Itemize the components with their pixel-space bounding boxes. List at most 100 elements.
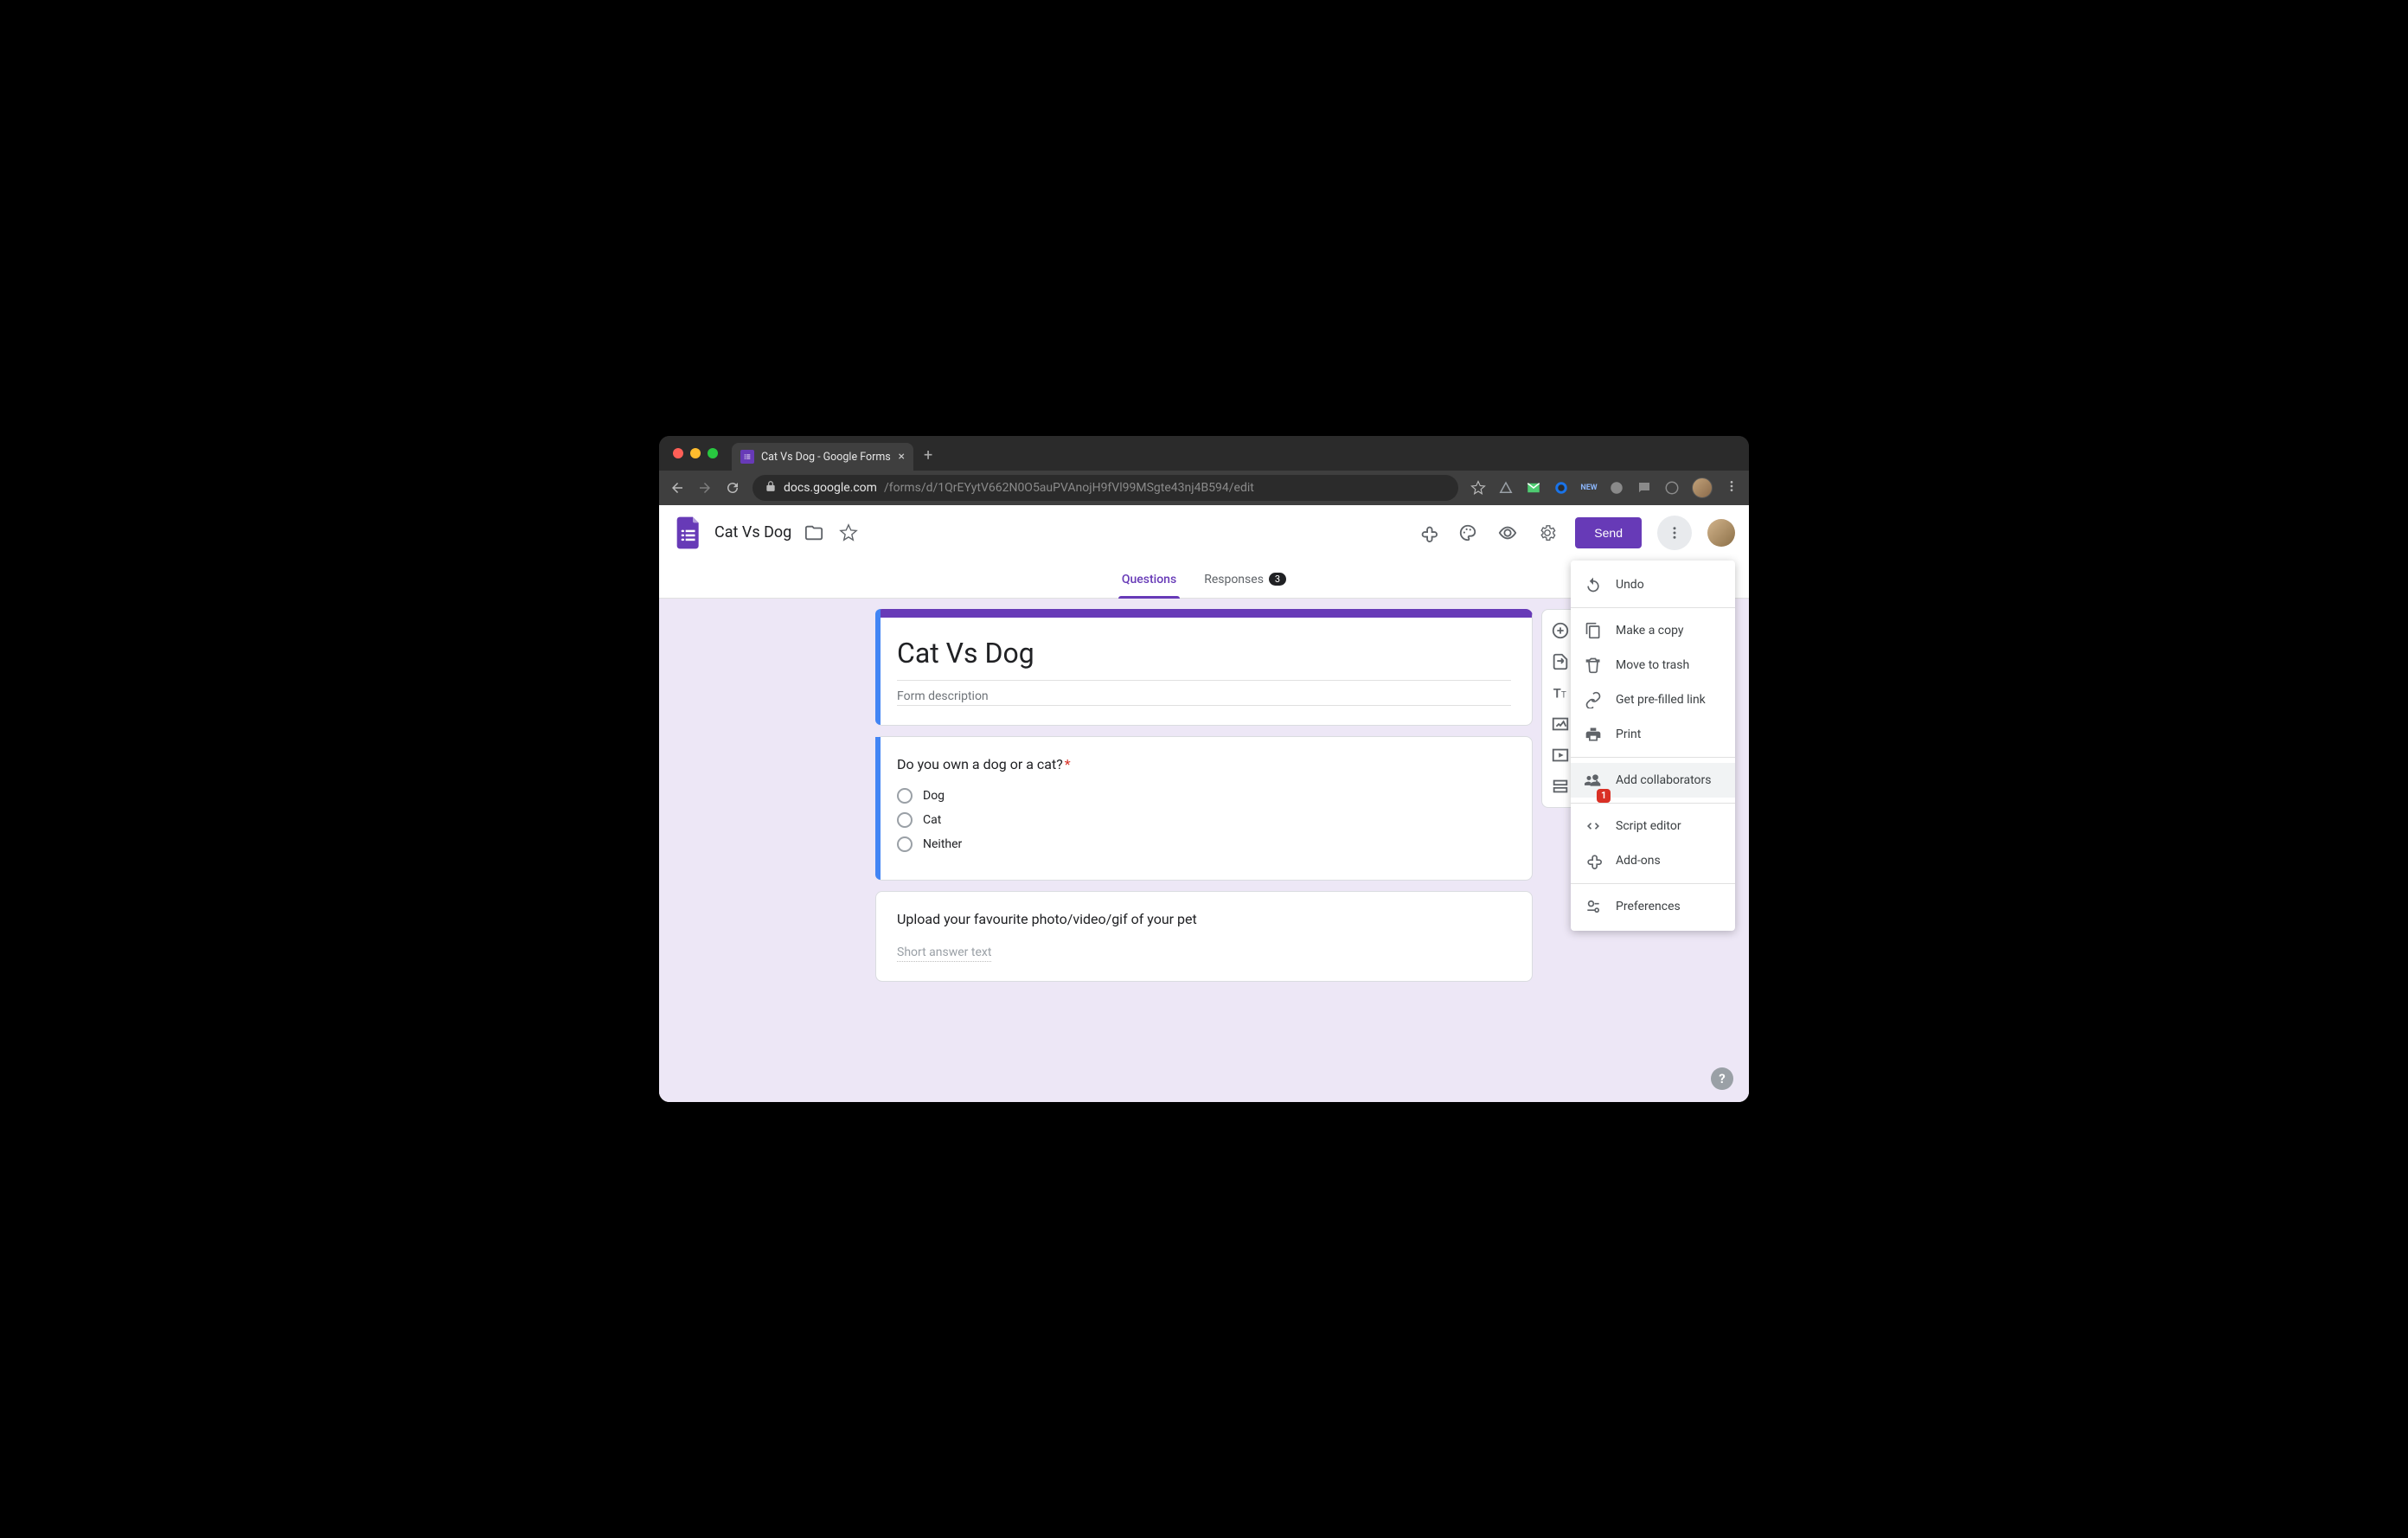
menu-separator: [1571, 607, 1735, 608]
menu-prefilled-link[interactable]: Get pre-filled link: [1571, 682, 1735, 717]
browser-tab-title: Cat Vs Dog - Google Forms: [761, 451, 891, 464]
customize-theme-button[interactable]: [1456, 521, 1480, 545]
menu-preferences[interactable]: Preferences: [1571, 889, 1735, 924]
menu-separator: [1571, 883, 1735, 884]
help-label: ?: [1719, 1071, 1725, 1086]
help-button[interactable]: ?: [1711, 1067, 1733, 1090]
tab-questions[interactable]: Questions: [1118, 561, 1180, 598]
browser-extensions: NEW: [1498, 480, 1680, 496]
browser-toolbar: docs.google.com/forms/d/1QrEYytV662N0O5a…: [659, 471, 1749, 505]
account-avatar[interactable]: [1707, 519, 1735, 547]
form-heading[interactable]: Cat Vs Dog: [897, 637, 1511, 670]
menu-addons[interactable]: Add-ons: [1571, 843, 1735, 878]
radio-icon: [897, 836, 913, 852]
addons-button[interactable]: [1416, 521, 1440, 545]
copy-icon: [1585, 622, 1602, 639]
ext-comment-icon[interactable]: [1636, 480, 1652, 496]
more-options-button[interactable]: [1657, 516, 1692, 550]
collaborators-badge: 1: [1597, 789, 1611, 803]
question-1-text-label: Do you own a dog or a cat?: [897, 756, 1063, 772]
option-label: Dog: [923, 789, 945, 803]
question-card-1[interactable]: Do you own a dog or a cat?* Dog Cat Neit…: [875, 736, 1533, 881]
bookmark-star-button[interactable]: [1470, 480, 1486, 496]
address-bar[interactable]: docs.google.com/forms/d/1QrEYytV662N0O5a…: [752, 475, 1458, 501]
menu-make-copy[interactable]: Make a copy: [1571, 613, 1735, 648]
trash-icon: [1585, 657, 1602, 674]
tab-responses[interactable]: Responses 3: [1201, 561, 1290, 598]
menu-prefilled-label: Get pre-filled link: [1616, 693, 1706, 707]
ext-circle-icon[interactable]: [1553, 480, 1569, 496]
ext-round1-icon[interactable]: [1609, 480, 1624, 496]
responses-count-badge: 3: [1269, 573, 1286, 586]
radio-icon: [897, 788, 913, 804]
addon-icon: [1585, 852, 1602, 869]
new-tab-button[interactable]: +: [924, 446, 932, 465]
browser-menu-button[interactable]: [1725, 479, 1739, 497]
option-label: Neither: [923, 837, 962, 851]
browser-tab[interactable]: Cat Vs Dog - Google Forms ×: [732, 443, 913, 471]
required-star-icon: *: [1065, 756, 1071, 772]
send-button[interactable]: Send: [1575, 517, 1642, 548]
option-row-cat[interactable]: Cat: [897, 812, 1511, 828]
menu-preferences-label: Preferences: [1616, 900, 1681, 913]
header-actions: Send: [1416, 516, 1735, 550]
option-label: Cat: [923, 813, 941, 827]
menu-separator: [1571, 803, 1735, 804]
question-1-text: Do you own a dog or a cat?*: [897, 756, 1511, 772]
menu-add-collaborators[interactable]: Add collaborators 1: [1571, 763, 1735, 798]
tab-responses-label: Responses: [1204, 573, 1264, 586]
minimize-window-button[interactable]: [690, 448, 701, 458]
app-header: Cat Vs Dog Send: [659, 505, 1749, 561]
option-row-neither[interactable]: Neither: [897, 836, 1511, 852]
form-title-input[interactable]: Cat Vs Dog: [714, 523, 791, 542]
form-title-card[interactable]: Cat Vs Dog Form description: [875, 609, 1533, 726]
menu-addons-label: Add-ons: [1616, 854, 1661, 868]
browser-tab-bar: Cat Vs Dog - Google Forms × +: [659, 436, 1749, 471]
star-button[interactable]: [836, 521, 861, 545]
menu-print-label: Print: [1616, 727, 1641, 741]
menu-move-trash[interactable]: Move to trash: [1571, 648, 1735, 682]
menu-collaborators-label: Add collaborators: [1616, 773, 1711, 787]
menu-script-editor[interactable]: Script editor: [1571, 809, 1735, 843]
ext-drive-icon[interactable]: [1498, 480, 1514, 496]
menu-undo[interactable]: Undo: [1571, 567, 1735, 602]
zoom-window-button[interactable]: [708, 448, 718, 458]
browser-profile-avatar[interactable]: [1692, 477, 1713, 498]
print-icon: [1585, 726, 1602, 743]
svg-text:T: T: [1561, 691, 1566, 701]
reload-button[interactable]: [725, 480, 740, 496]
option-row-dog[interactable]: Dog: [897, 788, 1511, 804]
lock-icon: [765, 480, 777, 496]
menu-print[interactable]: Print: [1571, 717, 1735, 752]
window-controls: [673, 448, 718, 458]
link-icon: [1585, 691, 1602, 708]
menu-separator: [1571, 757, 1735, 758]
collaborators-icon: [1585, 772, 1602, 789]
menu-script-editor-label: Script editor: [1616, 819, 1681, 833]
back-button[interactable]: [669, 480, 685, 496]
close-tab-button[interactable]: ×: [899, 450, 905, 464]
browser-window: Cat Vs Dog - Google Forms × + docs.googl…: [659, 436, 1749, 1102]
menu-make-copy-label: Make a copy: [1616, 624, 1684, 638]
code-icon: [1585, 817, 1602, 835]
question-2-text: Upload your favourite photo/video/gif of…: [897, 911, 1511, 927]
tab-questions-label: Questions: [1122, 573, 1176, 586]
ext-round2-icon[interactable]: [1664, 480, 1680, 496]
settings-button[interactable]: [1535, 521, 1559, 545]
menu-move-trash-label: Move to trash: [1616, 658, 1689, 672]
close-window-button[interactable]: [673, 448, 683, 458]
form-description-input[interactable]: Form description: [897, 689, 1511, 706]
ext-mail-icon[interactable]: [1526, 480, 1541, 496]
forms-favicon-icon: [740, 450, 754, 464]
move-folder-button[interactable]: [802, 521, 826, 545]
short-answer-placeholder: Short answer text: [897, 945, 991, 962]
menu-undo-label: Undo: [1616, 578, 1644, 592]
undo-icon: [1585, 576, 1602, 593]
google-forms-logo-icon[interactable]: [673, 516, 704, 550]
app-content: Cat Vs Dog Send Questions Responses 3: [659, 505, 1749, 1102]
question-card-2[interactable]: Upload your favourite photo/video/gif of…: [875, 891, 1533, 982]
ext-new-icon[interactable]: NEW: [1581, 480, 1597, 496]
more-options-menu: Undo Make a copy Move to trash Get pre-f…: [1571, 561, 1735, 931]
forward-button[interactable]: [697, 480, 713, 496]
preview-button[interactable]: [1495, 521, 1520, 545]
